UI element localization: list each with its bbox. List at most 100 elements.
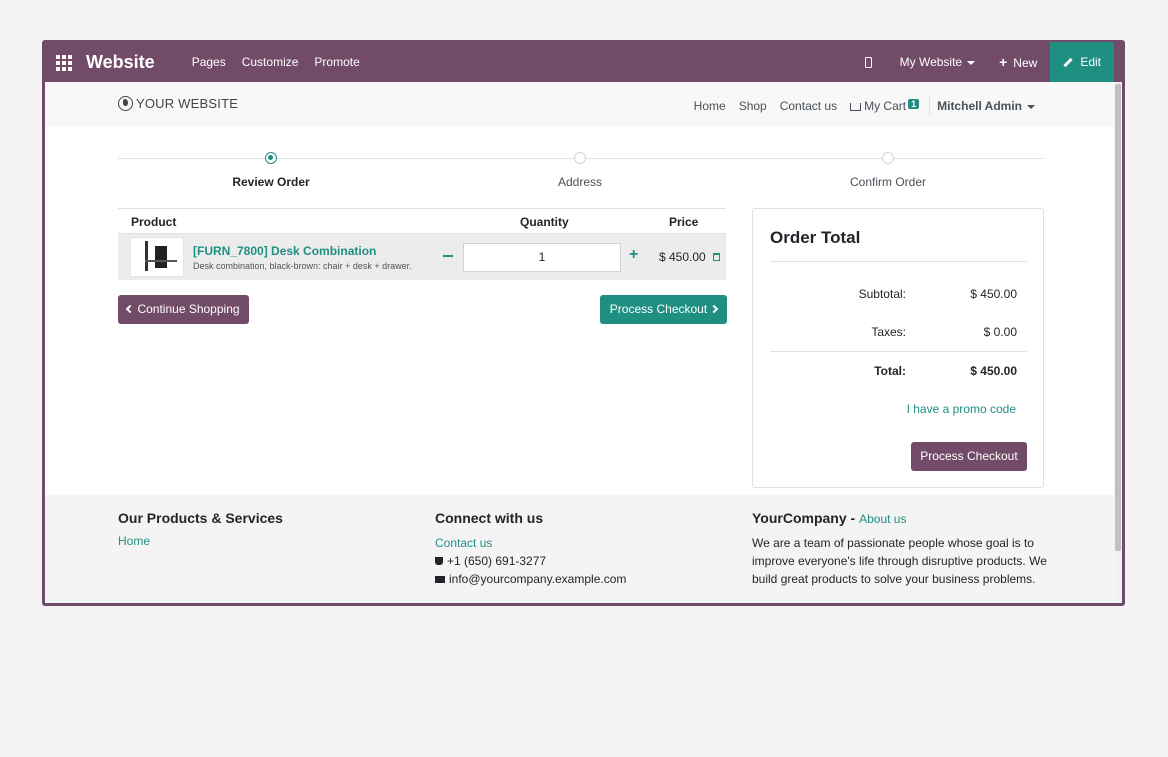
chevron-down-icon: [967, 60, 976, 65]
cart-icon: [850, 103, 862, 111]
process-checkout-button[interactable]: Process Checkout: [911, 442, 1027, 471]
header-product: Product: [131, 215, 177, 229]
footer-connect: Connect with us Contact us +1 (650) 691-…: [435, 510, 626, 588]
mobile-preview-icon[interactable]: [864, 56, 872, 68]
scroll-gutter: [1114, 42, 1122, 82]
my-website-label: My Website: [899, 55, 963, 69]
browser-window: Website Pages Customize Promote My Websi…: [42, 40, 1125, 606]
nav-contact[interactable]: Contact us: [780, 99, 837, 113]
footer-products: Our Products & Services Home: [118, 510, 283, 548]
logo-text: YOUR WEBSITE: [136, 96, 239, 111]
company-description-line: We are a team of passionate people whose…: [752, 536, 1034, 550]
phone-text: +1 (650) 691-3277: [447, 554, 547, 568]
email-text: info@yourcompany.example.com: [449, 572, 627, 586]
plus-icon[interactable]: +: [629, 246, 638, 264]
footer-heading: Connect with us: [435, 510, 544, 526]
edit-button[interactable]: Edit: [1050, 42, 1114, 82]
my-website-dropdown[interactable]: My Website: [899, 55, 976, 69]
globe-icon: [118, 96, 133, 111]
cart-count-badge: 1: [908, 99, 920, 109]
menu-customize[interactable]: Customize: [242, 55, 299, 69]
new-button[interactable]: + New: [999, 54, 1037, 70]
footer-phone: +1 (650) 691-3277: [435, 552, 626, 570]
admin-bar: Website Pages Customize Promote My Websi…: [45, 42, 1122, 82]
nav-cart[interactable]: My Cart 1: [850, 99, 920, 113]
chevron-right-icon: [709, 304, 719, 314]
nav-shop[interactable]: Shop: [739, 99, 767, 113]
nav-home[interactable]: Home: [694, 99, 726, 113]
total-value: $ 450.00: [970, 364, 1017, 378]
page-frame: Website Pages Customize Promote My Websi…: [45, 42, 1122, 603]
about-us-link[interactable]: About us: [859, 512, 906, 526]
process-checkout-button[interactable]: Process Checkout: [600, 295, 727, 324]
minus-icon[interactable]: [443, 255, 453, 257]
subtotal-value: $ 450.00: [970, 287, 1017, 301]
pencil-icon: [1063, 57, 1073, 67]
process-checkout-label: Process Checkout: [609, 302, 708, 316]
step-label: Address: [557, 175, 603, 189]
site-logo[interactable]: YOUR WEBSITE: [118, 96, 238, 111]
product-name-link[interactable]: [FURN_7800] Desk Combination: [193, 244, 376, 258]
footer-contact-link[interactable]: Contact us: [435, 534, 626, 552]
site-footer: Our Products & Services Home Connect wit…: [45, 495, 1115, 603]
footer-home-link[interactable]: Home: [118, 534, 283, 548]
chevron-down-icon: [1027, 104, 1035, 109]
taxes-label: Taxes:: [871, 325, 906, 339]
footer-email: info@yourcompany.example.com: [435, 570, 626, 588]
vertical-scrollbar[interactable]: [1114, 82, 1122, 603]
admin-right: My Website + New Edit: [864, 42, 1122, 82]
total-label: Total:: [874, 364, 906, 378]
phone-icon: [435, 557, 443, 565]
promo-code-link[interactable]: I have a promo code: [907, 402, 1016, 416]
plus-icon: +: [999, 54, 1008, 70]
scrollbar-thumb[interactable]: [1115, 84, 1121, 551]
step-confirm-order: Confirm Order: [788, 152, 988, 189]
step-dot: [574, 152, 586, 164]
quantity-input[interactable]: 1: [463, 243, 621, 272]
site-nav: Home Shop Contact us My Cart 1 Mitchell A…: [681, 96, 1035, 116]
new-label: New: [1013, 56, 1038, 70]
menu-pages[interactable]: Pages: [192, 55, 226, 69]
footer-heading: Our Products & Services: [118, 510, 283, 526]
cart-table: Product Quantity Price [FURN_7800] Desk …: [118, 208, 726, 280]
divider: [770, 261, 1027, 262]
checkout-progress: Review Order Address Confirm Order: [118, 152, 1044, 192]
step-dot-active: [265, 152, 277, 164]
edit-label: Edit: [1080, 55, 1101, 69]
order-total-card: Order Total Subtotal: $ 450.00 Taxes: $ …: [752, 208, 1044, 488]
envelope-icon: [435, 576, 445, 583]
divider: [770, 351, 1027, 352]
continue-shopping-label: Continue Shopping: [137, 302, 240, 316]
cart-header: Product Quantity Price: [118, 208, 726, 234]
company-description-line: build great products to solve your busin…: [752, 572, 1036, 586]
admin-menu: Pages Customize Promote: [192, 55, 376, 69]
taxes-value: $ 0.00: [983, 325, 1017, 339]
step-address: Address: [480, 152, 680, 189]
header-price: Price: [669, 215, 699, 229]
header-quantity: Quantity: [520, 215, 569, 229]
step-label: Confirm Order: [849, 175, 926, 189]
company-name: YourCompany: [752, 510, 847, 526]
cart-label: My Cart: [864, 99, 907, 113]
trash-icon[interactable]: [713, 253, 720, 261]
apps-grid-icon[interactable]: [56, 55, 72, 71]
continue-shopping-button[interactable]: Continue Shopping: [118, 295, 249, 324]
product-description: Desk combination, black-brown: chair + d…: [193, 261, 412, 271]
footer-company-heading: YourCompany - About us: [752, 510, 907, 526]
app-brand[interactable]: Website: [86, 52, 155, 73]
subtotal-label: Subtotal:: [858, 287, 906, 301]
user-name: Mitchell Admin: [937, 99, 1022, 113]
user-menu[interactable]: Mitchell Admin: [937, 99, 1035, 113]
order-total-title: Order Total: [770, 228, 861, 247]
company-description-line: improve everyone's life through disrupti…: [752, 554, 1047, 568]
table-row: [FURN_7800] Desk Combination Desk combin…: [118, 234, 726, 280]
site-header: YOUR WEBSITE Home Shop Contact us My Car…: [45, 82, 1115, 127]
step-review-order: Review Order: [171, 152, 371, 189]
step-dot: [882, 152, 894, 164]
product-image[interactable]: [130, 237, 184, 277]
chevron-left-icon: [126, 304, 135, 314]
menu-promote[interactable]: Promote: [314, 55, 359, 69]
footer-company: YourCompany - About us We are a team of …: [752, 510, 1052, 588]
nav-divider: [929, 96, 931, 116]
step-label: Review Order: [232, 175, 310, 189]
